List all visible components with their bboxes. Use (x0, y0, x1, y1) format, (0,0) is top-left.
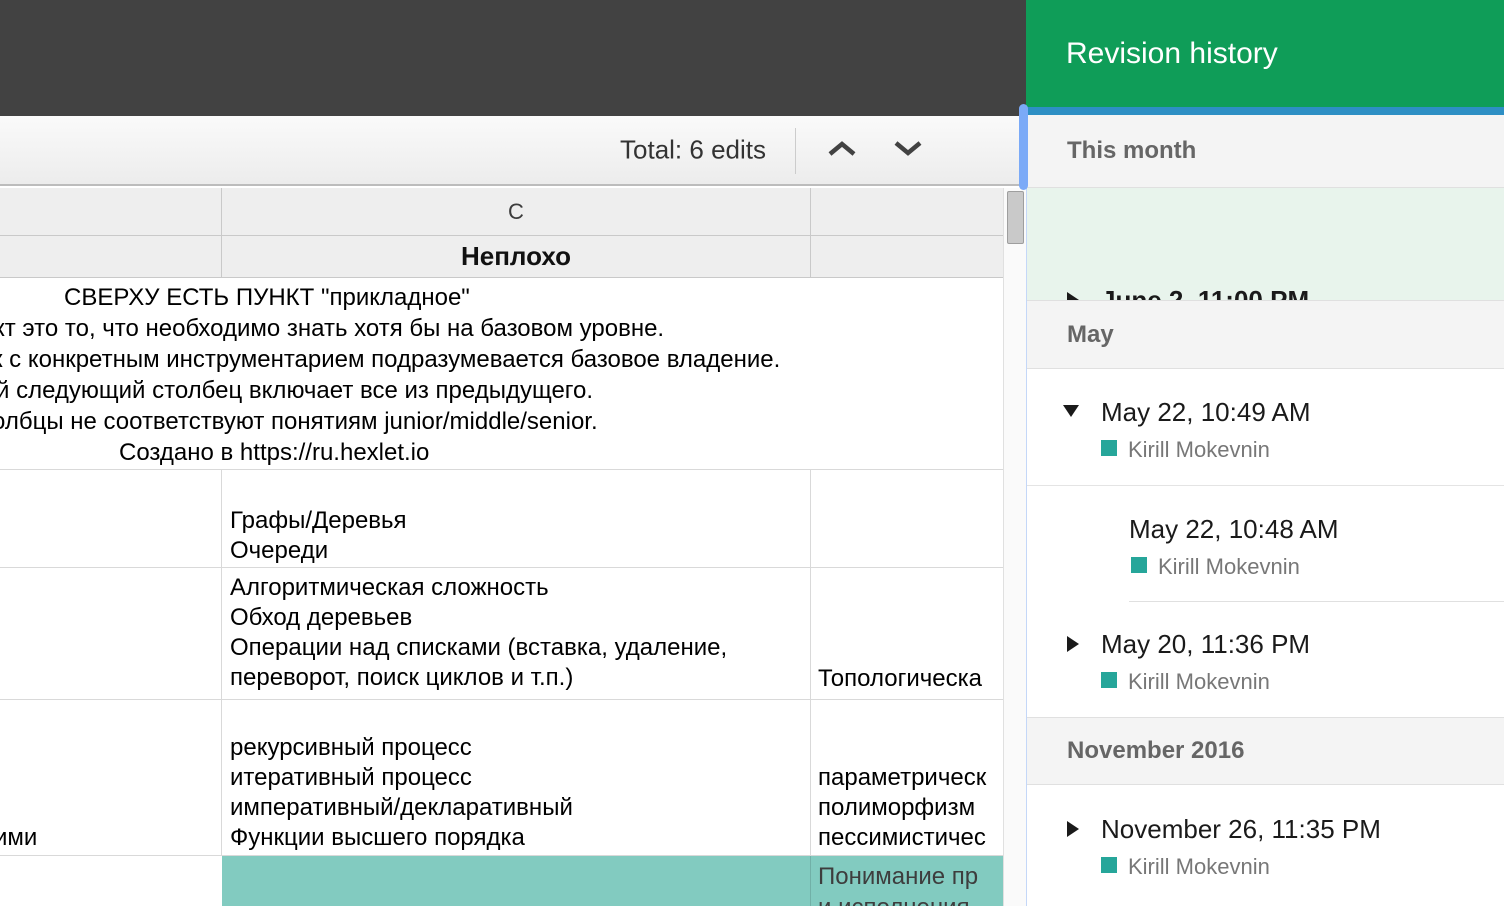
notes-line: Создано в https://ru.hexlet.io (119, 438, 429, 468)
panel-accent-bar (1026, 107, 1504, 115)
cell-changed-understanding: Понимание пр и исполнения (811, 856, 1003, 906)
expand-arrow-icon[interactable] (1067, 821, 1079, 837)
cell-algorithms: Алгоритмическая сложность Обход деревьев… (222, 568, 811, 700)
section-label: This month (1067, 137, 1196, 165)
author-color-swatch (1101, 672, 1117, 688)
column-header-a (0, 188, 222, 236)
cell-changed-highlight (222, 856, 811, 906)
section-label: November 2016 (1067, 737, 1244, 765)
revision-subentry-may-22-1048[interactable]: May 22, 10:48 AM Kirill Mokevnin (1027, 486, 1504, 602)
cell-processes: рекурсивный процесс итеративный процесс … (222, 700, 811, 856)
revision-author: Kirill Mokevnin (1158, 554, 1300, 580)
cell-text-line: Графы/Деревья (230, 506, 407, 536)
notes-line: кт это то, что необходимо знать хотя бы … (0, 314, 664, 344)
app-top-bar (0, 0, 1026, 116)
column-letter: C (508, 199, 524, 225)
revision-entry-november-26[interactable]: November 26, 11:35 PM Kirill Mokevnin (1027, 785, 1504, 906)
collapse-arrow-icon[interactable] (1063, 405, 1079, 417)
cell-text-line: пессимистичес (818, 823, 986, 853)
revision-date: May 22, 10:49 AM (1101, 397, 1311, 428)
revision-entry-may-22-1049[interactable]: May 22, 10:49 AM Kirill Mokevnin (1027, 369, 1504, 486)
cell-header-empty (0, 236, 222, 278)
notes-line: олбцы не соответствуют понятиям junior/m… (0, 407, 598, 437)
cell-empty (811, 470, 1003, 568)
cell-text-line: императивный/декларативный (230, 793, 573, 823)
revision-author: Kirill Mokevnin (1128, 669, 1270, 695)
revision-history-screen: Total: 6 edits C Неплохо СВЕРХУ ЕСТЬ ПУ (0, 0, 1504, 906)
cell-notes: СВЕРХУ ЕСТЬ ПУНКТ "прикладное" кт это то… (0, 278, 1003, 470)
cell-topological: Топологическа (811, 568, 1003, 700)
revision-entry-june-2[interactable]: June 2, 11:00 PM Kirill Mokevnin (1027, 188, 1504, 300)
section-label: May (1067, 321, 1114, 349)
cell-header-empty-d (811, 236, 1003, 278)
cell-text-line: переворот, поиск циклов и т.п.) (230, 663, 573, 693)
cell-text-line: Обход деревьев (230, 603, 412, 633)
panel-title: Revision history (1066, 37, 1278, 71)
cell-graphs: Графы/Деревья Очереди (222, 470, 811, 568)
cell-text-line: Алгоритмическая сложность (230, 573, 549, 603)
cell-text-line: Функции высшего порядка (230, 823, 525, 853)
chevron-down-icon (893, 140, 923, 162)
cell-text-line: итеративный процесс (230, 763, 472, 793)
notes-line: й следующий столбец включает все из пред… (0, 376, 593, 406)
edits-toolbar: Total: 6 edits (0, 116, 1026, 186)
header-cell-text: Неплохо (461, 241, 571, 272)
revision-date: May 20, 11:36 PM (1101, 629, 1310, 660)
cell-polymorphism: параметрическ полиморфизм пессимистичес (811, 700, 1003, 856)
cell-text-line: рекурсивный процесс (230, 733, 472, 763)
notes-line: к с конкретным инструментарием подразуме… (0, 345, 780, 375)
cell-text-line: Топологическа (818, 664, 982, 694)
revision-date: November 26, 11:35 PM (1101, 814, 1381, 845)
section-may: May (1027, 300, 1504, 369)
cell-text-line: полиморфизм (818, 793, 975, 823)
previous-edit-button[interactable] (820, 134, 864, 168)
scrollbar-thumb[interactable] (1007, 191, 1024, 244)
revision-author: Kirill Mokevnin (1128, 854, 1270, 880)
cell-text-line: параметрическ (818, 763, 986, 793)
revision-date: May 22, 10:48 AM (1129, 514, 1339, 545)
notes-line: СВЕРХУ ЕСТЬ ПУНКТ "прикладное" (64, 283, 470, 313)
cell-text-line: Операции над списками (вставка, удаление… (230, 633, 727, 663)
cell-text-line: ими (0, 823, 37, 853)
cell-paradigms-a: ими (0, 700, 222, 856)
cell-empty (0, 470, 222, 568)
cell-empty (0, 856, 222, 906)
cell-text-line: Очереди (230, 536, 328, 566)
column-header-c: C (222, 188, 811, 236)
panel-header: Revision history (1026, 0, 1504, 107)
author-color-swatch (1101, 857, 1117, 873)
panel-focus-stripe (1019, 104, 1028, 190)
section-november-2016: November 2016 (1027, 717, 1504, 785)
revision-history-panel: Revision history This month June 2, 11:0… (1026, 0, 1504, 906)
chevron-up-icon (827, 140, 857, 162)
panel-content: This month June 2, 11:00 PM Kirill Mokev… (1026, 115, 1504, 906)
revision-entry-may-20[interactable]: May 20, 11:36 PM Kirill Mokevnin (1027, 602, 1504, 717)
cell-header-neplokho: Неплохо (222, 236, 811, 278)
author-color-swatch (1101, 440, 1117, 456)
next-edit-button[interactable] (886, 134, 930, 168)
author-color-swatch (1131, 557, 1147, 573)
spreadsheet-grid: C Неплохо СВЕРХУ ЕСТЬ ПУНКТ "прикладное"… (0, 188, 1003, 906)
cell-text-line: и исполнения (818, 893, 970, 906)
cell-empty (0, 568, 222, 700)
column-header-d (811, 188, 1003, 236)
sheet-vertical-scrollbar[interactable] (1003, 188, 1027, 906)
section-this-month: This month (1027, 115, 1504, 188)
revision-author: Kirill Mokevnin (1128, 437, 1270, 463)
total-edits-label: Total: 6 edits (620, 135, 766, 166)
expand-arrow-icon[interactable] (1067, 636, 1079, 652)
cell-text-line: Понимание пр (818, 862, 978, 892)
toolbar-divider (795, 128, 796, 174)
